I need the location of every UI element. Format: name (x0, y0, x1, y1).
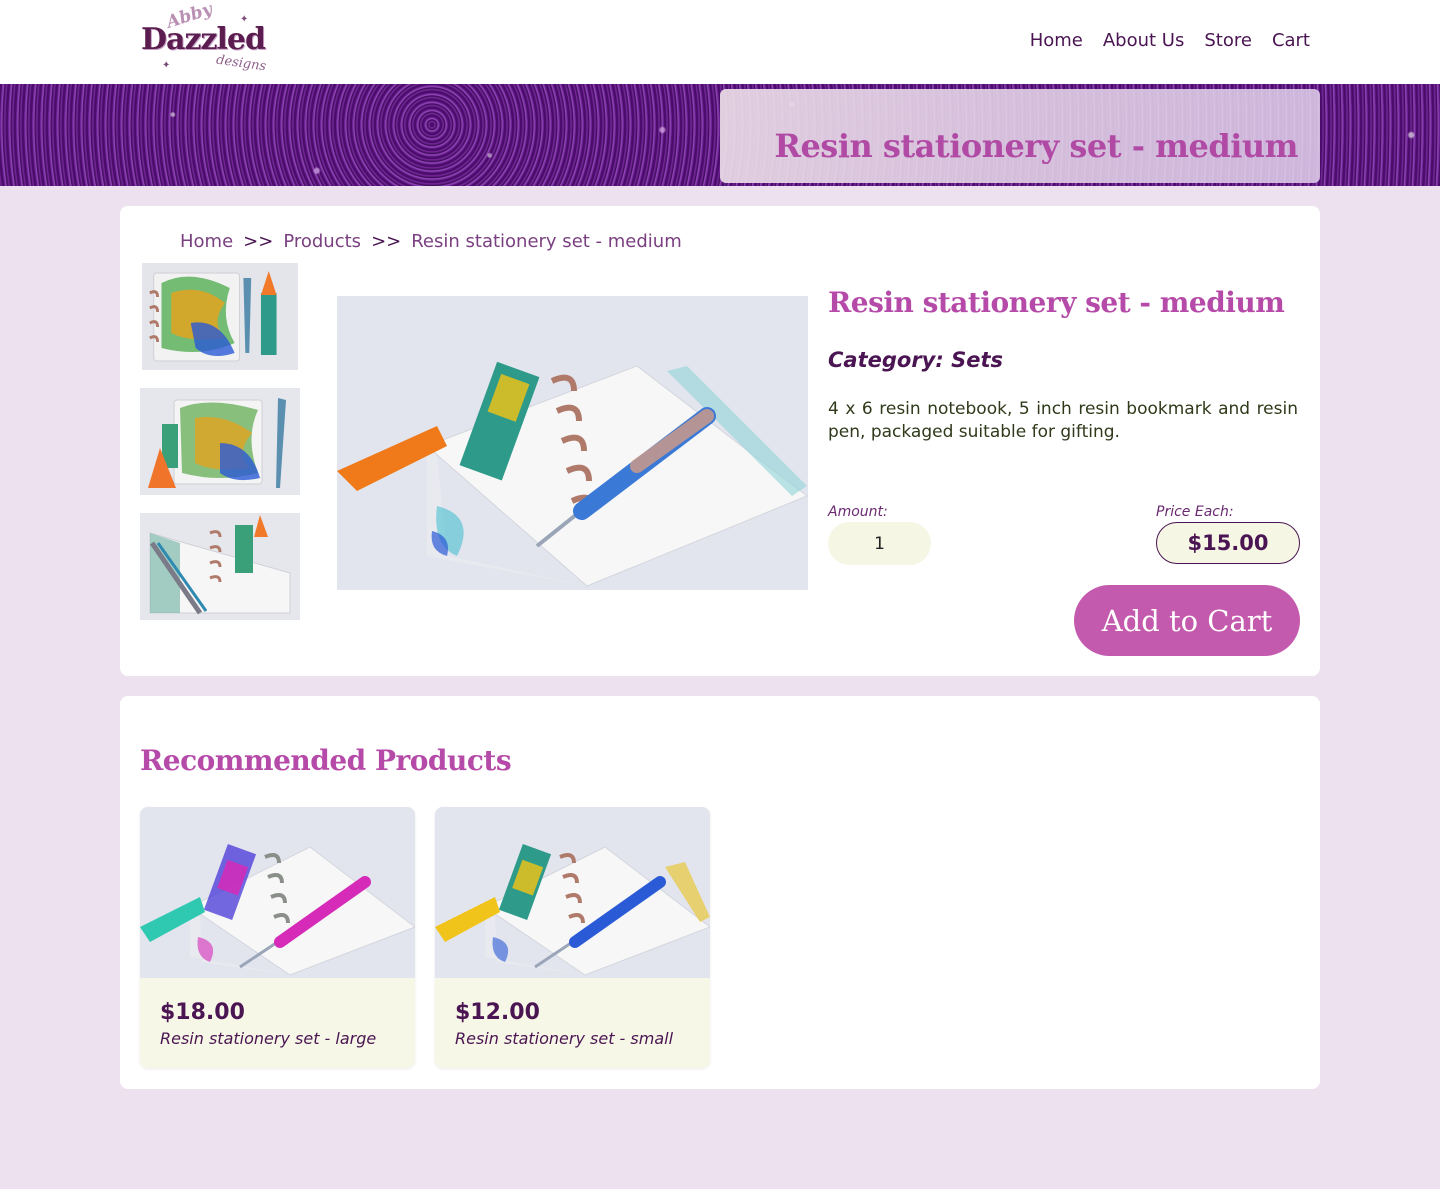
product-description: 4 x 6 resin notebook, 5 inch resin bookm… (828, 399, 1298, 442)
thumbnail-3[interactable] (140, 513, 300, 620)
breadcrumb-home[interactable]: Home (180, 231, 233, 252)
site-header: Abby Dazzled designs ✦ ✦ Home About Us S… (0, 0, 1440, 84)
nav-store[interactable]: Store (1204, 30, 1252, 51)
brand-logo[interactable]: Abby Dazzled designs ✦ ✦ (140, 0, 267, 80)
product-title: Resin stationery set - medium (828, 286, 1285, 319)
recommended-title: Recommended Products (140, 744, 512, 777)
product-card: Home >> Products >> Resin stationery set… (120, 206, 1320, 676)
price-label: Price Each: (1156, 504, 1234, 520)
nav-home[interactable]: Home (1030, 30, 1083, 51)
breadcrumb-separator: >> (243, 231, 274, 252)
recommended-item-name[interactable]: Resin stationery set - small (455, 1029, 673, 1048)
sparkle-icon: ✦ (162, 60, 171, 71)
recommended-card: Recommended Products $18.00 Resin statio… (120, 696, 1320, 1089)
price-each-value: $15.00 (1156, 522, 1300, 564)
banner-title-box: Resin stationery set - medium (720, 89, 1320, 183)
recommended-item-price: $12.00 (455, 1000, 540, 1025)
nav-about-us[interactable]: About Us (1103, 30, 1185, 51)
amount-label: Amount: (828, 504, 888, 520)
logo-dazzled-text: Dazzled (141, 22, 266, 57)
recommended-item-large[interactable]: $18.00 Resin stationery set - large (140, 807, 415, 1068)
recommended-item-image[interactable] (140, 807, 415, 978)
breadcrumb-products[interactable]: Products (283, 231, 361, 252)
product-main-image[interactable] (337, 296, 808, 590)
banner-title: Resin stationery set - medium (774, 127, 1298, 165)
breadcrumb-separator: >> (371, 231, 402, 252)
recommended-item-price: $18.00 (160, 1000, 245, 1025)
main-nav: Home About Us Store Cart (1030, 30, 1310, 51)
nav-cart[interactable]: Cart (1272, 30, 1310, 51)
add-to-cart-button[interactable]: Add to Cart (1074, 585, 1300, 656)
product-category: Category: Sets (828, 348, 1003, 372)
recommended-item-image[interactable] (435, 807, 710, 978)
thumbnail-2[interactable] (140, 388, 300, 495)
breadcrumb-current: Resin stationery set - medium (411, 231, 682, 252)
recommended-item-small[interactable]: $12.00 Resin stationery set - small (435, 807, 710, 1068)
recommended-item-name[interactable]: Resin stationery set - large (160, 1029, 376, 1048)
thumbnail-1[interactable] (142, 263, 298, 370)
amount-input[interactable] (828, 522, 931, 565)
breadcrumb: Home >> Products >> Resin stationery set… (180, 231, 682, 252)
sparkle-icon: ✦ (240, 14, 249, 25)
glitter-banner: Resin stationery set - medium (0, 84, 1440, 186)
